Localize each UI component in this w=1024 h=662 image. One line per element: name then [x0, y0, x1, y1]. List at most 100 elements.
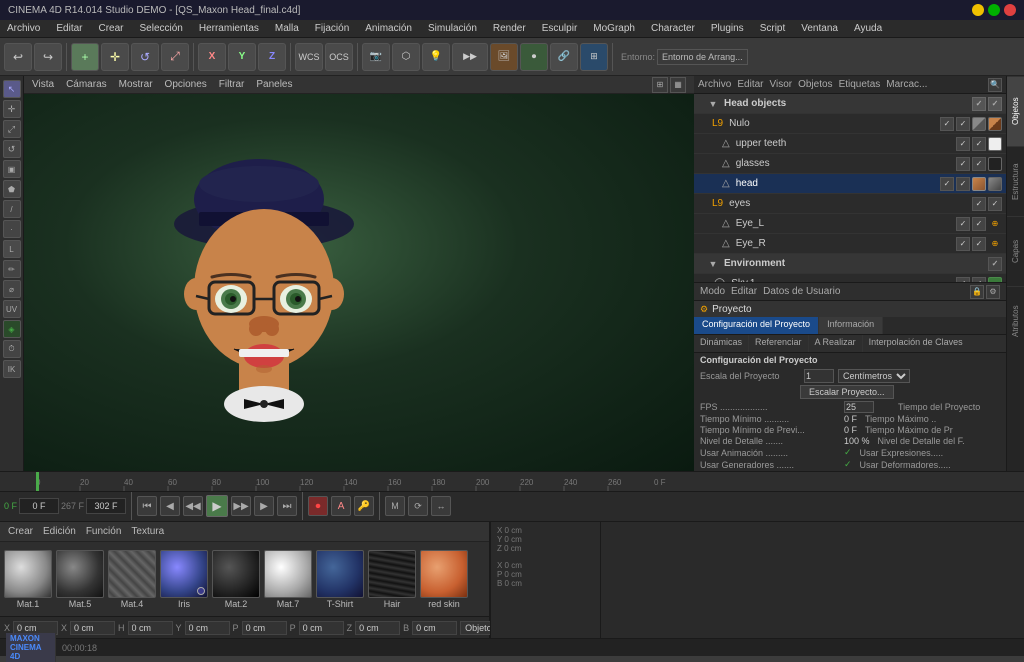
- nulo-check2[interactable]: ✓: [956, 117, 970, 131]
- vp-layout-btn[interactable]: ▦: [670, 77, 686, 93]
- lt-sculpt[interactable]: ⌀: [3, 280, 21, 298]
- obj-eye-r[interactable]: △ Eye_R ✓ ✓ ⊕: [694, 234, 1006, 254]
- coord-z-input[interactable]: [355, 621, 400, 635]
- menu-malla[interactable]: Malla: [272, 22, 302, 35]
- eyeright-check2[interactable]: ✓: [972, 237, 986, 251]
- minimize-button[interactable]: [972, 4, 984, 16]
- snap-btn[interactable]: 🔗: [550, 43, 578, 71]
- tool-rotate[interactable]: ↺: [131, 43, 159, 71]
- obj-head-objects[interactable]: ▼ Head objects ✓ ✓: [694, 94, 1006, 114]
- first-frame-button[interactable]: ⏮: [137, 496, 157, 516]
- coord-y-input[interactable]: [185, 621, 230, 635]
- vp-expand-btn[interactable]: ⊞: [652, 77, 668, 93]
- maximize-button[interactable]: [988, 4, 1000, 16]
- subtab-a-realizar[interactable]: A Realizar: [809, 335, 863, 352]
- fps-input[interactable]: [844, 401, 874, 413]
- lt-obj[interactable]: ▣: [3, 160, 21, 178]
- lt-point[interactable]: ·: [3, 220, 21, 238]
- anim-btn[interactable]: ⏺: [520, 43, 548, 71]
- new-button[interactable]: +: [71, 43, 99, 71]
- subtab-interpolacion[interactable]: Interpolación de Claves: [863, 335, 969, 352]
- loop-button[interactable]: ⟳: [408, 496, 428, 516]
- key-button[interactable]: 🔑: [354, 496, 374, 516]
- obj-glasses[interactable]: △ glasses ✓ ✓: [694, 154, 1006, 174]
- last-frame-button[interactable]: ⏭: [277, 496, 297, 516]
- vp-opciones[interactable]: Opciones: [165, 79, 207, 90]
- perspective-btn[interactable]: ⬡: [392, 43, 420, 71]
- tab-capas[interactable]: Capas: [1007, 216, 1024, 286]
- attr-gear-icon[interactable]: ⚙: [986, 285, 1000, 299]
- lt-edge[interactable]: /: [3, 200, 21, 218]
- eyeleft-check[interactable]: ✓: [956, 217, 970, 231]
- lt-scale[interactable]: ⤢: [3, 120, 21, 138]
- check-2[interactable]: ✓: [988, 97, 1002, 111]
- rp-archivo[interactable]: Archivo: [698, 79, 731, 90]
- escala-unit-select[interactable]: Centímetros: [838, 369, 910, 383]
- menu-ventana[interactable]: Ventana: [798, 22, 841, 35]
- head-check[interactable]: ✓: [940, 177, 954, 191]
- tab-objetos[interactable]: Objetos: [1007, 76, 1024, 146]
- prev-frame-button[interactable]: ◀: [160, 496, 180, 516]
- autokey-button[interactable]: A: [331, 496, 351, 516]
- motion-button[interactable]: M: [385, 496, 405, 516]
- escala-input[interactable]: [804, 369, 834, 383]
- eyeright-check[interactable]: ✓: [956, 237, 970, 251]
- teeth-check[interactable]: ✓: [956, 137, 970, 151]
- menu-animacion[interactable]: Animación: [362, 22, 415, 35]
- lt-live[interactable]: L: [3, 240, 21, 258]
- obj-nulo[interactable]: L9 Nulo ✓ ✓: [694, 114, 1006, 134]
- rp-visor[interactable]: Visor: [769, 79, 792, 90]
- obj-environment[interactable]: ▼ Environment ✓: [694, 254, 1006, 274]
- attr-editar[interactable]: Editar: [731, 286, 757, 297]
- lt-rotate[interactable]: ↺: [3, 140, 21, 158]
- mat-textura[interactable]: Textura: [131, 526, 164, 537]
- redo-button[interactable]: ↪: [34, 43, 62, 71]
- play-forward-button[interactable]: ▶▶: [231, 496, 251, 516]
- material-mat2[interactable]: Mat.2: [212, 550, 260, 609]
- menu-fijacion[interactable]: Fijación: [312, 22, 352, 35]
- tool-scale[interactable]: ⤢: [161, 43, 189, 71]
- select-x[interactable]: X: [198, 43, 226, 71]
- menu-character[interactable]: Character: [648, 22, 698, 35]
- subtab-dinamicas[interactable]: Dinámicas: [694, 335, 749, 352]
- obj-eye-l[interactable]: △ Eye_L ✓ ✓ ⊕: [694, 214, 1006, 234]
- obj-head[interactable]: △ head ✓ ✓: [694, 174, 1006, 194]
- eyeleft-check2[interactable]: ✓: [972, 217, 986, 231]
- coord-p2-input[interactable]: [299, 621, 344, 635]
- coord-p-input[interactable]: [242, 621, 287, 635]
- escalar-proyecto-button[interactable]: Escalar Proyecto...: [800, 385, 894, 399]
- obj-eyes[interactable]: L9 eyes ✓ ✓: [694, 194, 1006, 214]
- rp-marcac[interactable]: Marcac...: [886, 79, 927, 90]
- vp-mostrar[interactable]: Mostrar: [119, 79, 153, 90]
- vp-filtrar[interactable]: Filtrar: [219, 79, 245, 90]
- menu-render[interactable]: Render: [490, 22, 529, 35]
- lt-move[interactable]: ✛: [3, 100, 21, 118]
- light-btn[interactable]: 💡: [422, 43, 450, 71]
- material-hair[interactable]: Hair: [368, 550, 416, 609]
- vp-vista[interactable]: Vista: [32, 79, 54, 90]
- camera-btn[interactable]: 📷: [362, 43, 390, 71]
- coord-b-input[interactable]: [412, 621, 457, 635]
- attr-datos-usuario[interactable]: Datos de Usuario: [763, 286, 840, 297]
- menu-ayuda[interactable]: Ayuda: [851, 22, 885, 35]
- lt-anim[interactable]: ⏱: [3, 340, 21, 358]
- close-button[interactable]: [1004, 4, 1016, 16]
- material-iris[interactable]: Iris: [160, 550, 208, 609]
- vp-paneles[interactable]: Paneles: [256, 79, 292, 90]
- menu-editar[interactable]: Editar: [53, 22, 85, 35]
- material-tshirt[interactable]: T-Shirt: [316, 550, 364, 609]
- menu-seleccion[interactable]: Selección: [137, 22, 186, 35]
- play-back-button[interactable]: ◀◀: [183, 496, 203, 516]
- menu-script[interactable]: Script: [757, 22, 789, 35]
- menu-crear[interactable]: Crear: [95, 22, 126, 35]
- select-y[interactable]: Y: [228, 43, 256, 71]
- lt-uv[interactable]: UV: [3, 300, 21, 318]
- menu-esculpir[interactable]: Esculpir: [539, 22, 581, 35]
- tab-informacion[interactable]: Información: [819, 317, 883, 334]
- material-mat1[interactable]: Mat.1: [4, 550, 52, 609]
- rp-editar[interactable]: Editar: [737, 79, 763, 90]
- lt-select[interactable]: ↖: [3, 80, 21, 98]
- record-button[interactable]: ⏺: [308, 496, 328, 516]
- nulo-check[interactable]: ✓: [940, 117, 954, 131]
- menu-archivo[interactable]: Archivo: [4, 22, 43, 35]
